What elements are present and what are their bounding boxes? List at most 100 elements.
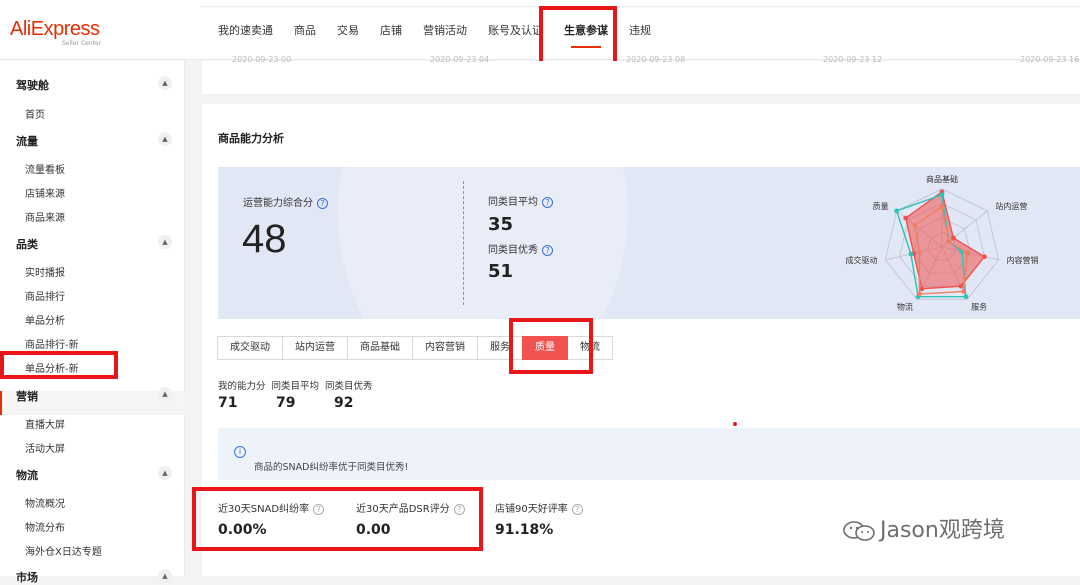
- help-icon[interactable]: ?: [313, 503, 325, 515]
- sidebar-item-logistics-overview[interactable]: 物流概况: [25, 495, 65, 510]
- help-icon[interactable]: ?: [542, 244, 553, 256]
- sidebar-group-category[interactable]: 品类: [16, 236, 38, 252]
- my-score-label: 我的能力分: [218, 381, 266, 392]
- notice-text: 商品的SNAD纠纷率优于同类目优秀!: [254, 462, 409, 473]
- sidebar-item-product-rank[interactable]: 商品排行: [25, 288, 65, 303]
- tab-content-marketing[interactable]: 内容营销: [412, 336, 478, 360]
- radar-point: [916, 291, 922, 297]
- sidebar-item-product-source[interactable]: 商品来源: [25, 209, 65, 224]
- snad-rate-label: 近30天SNAD纠纷率?: [218, 500, 325, 515]
- help-icon[interactable]: ?: [453, 503, 465, 515]
- category-avg-label: 同类目平均?: [488, 193, 553, 208]
- tab-onsite-operations[interactable]: 站内运营: [282, 336, 348, 360]
- sidebar-item-single-analysis[interactable]: 单品分析: [25, 312, 65, 327]
- tab-quality[interactable]: 质量: [522, 336, 568, 360]
- panel-title: 商品能力分析: [218, 132, 284, 145]
- overall-score-label-text: 运营能力综合分: [243, 198, 313, 209]
- sidebar-item-home[interactable]: 首页: [25, 106, 45, 121]
- logo-tagline: Seller Center: [62, 40, 102, 47]
- date-tick: 2020-09-23 00: [232, 55, 292, 64]
- date-tick: 2020-09-23 08: [626, 55, 686, 64]
- collapse-icon[interactable]: ▲: [158, 235, 172, 249]
- radar-point: [963, 294, 969, 300]
- positive-rate-label: 店铺90天好评率?: [495, 500, 583, 515]
- sidebar-item-product-rank-new[interactable]: 商品排行-新: [25, 336, 79, 351]
- radar-point: [946, 239, 952, 244]
- nav-item-products[interactable]: 商品: [294, 22, 316, 38]
- nav-item-store[interactable]: 店铺: [380, 22, 402, 38]
- nav-item-my-aliexpress[interactable]: 我的速卖通: [218, 22, 273, 38]
- nav-item-orders[interactable]: 交易: [337, 22, 359, 38]
- divider: [463, 181, 464, 305]
- collapse-icon[interactable]: ▲: [158, 466, 172, 480]
- dsr-score-label-text: 近30天产品DSR评分: [356, 504, 450, 515]
- sidebar-item-event-screen[interactable]: 活动大屏: [25, 440, 65, 455]
- dsr-score-value: 0.00: [356, 522, 391, 538]
- chat-bubble-icon: [843, 521, 875, 541]
- nav-item-business-advisor[interactable]: 生意参谋: [564, 22, 608, 48]
- sidebar-item-live-screen[interactable]: 直播大屏: [25, 416, 65, 431]
- sidebar-item-overseas-warehouse[interactable]: 海外仓X日达专题: [25, 543, 102, 558]
- nav-item-violations[interactable]: 违规: [629, 22, 651, 38]
- snad-rate-label-text: 近30天SNAD纠纷率: [218, 504, 310, 515]
- nav-item-marketing[interactable]: 营销活动: [423, 22, 467, 38]
- radar-point: [908, 251, 914, 257]
- tab-service[interactable]: 服务: [477, 336, 523, 360]
- help-icon[interactable]: ?: [571, 503, 583, 515]
- nav-item-account[interactable]: 账号及认证: [488, 22, 543, 38]
- aliexpress-logo[interactable]: AliExpress Seller Center: [10, 18, 101, 47]
- sidebar-group-cockpit[interactable]: 驾驶舱: [16, 77, 49, 93]
- sidebar-group-logistics[interactable]: 物流: [16, 467, 38, 483]
- sidebar-item-traffic-board[interactable]: 流量看板: [25, 161, 65, 176]
- radar-point: [916, 249, 922, 255]
- radar-axis-label: 内容营销: [1007, 255, 1039, 265]
- radar-point: [950, 235, 956, 241]
- sidebar-item-single-analysis-new[interactable]: 单品分析-新: [25, 360, 79, 375]
- date-tick: 2020-09-23 12: [823, 55, 883, 64]
- radar-point: [939, 192, 945, 198]
- date-tick: 2020-09-23 04: [430, 55, 490, 64]
- score-summary: 运营能力综合分? 48 同类目平均? 35 同类目优秀? 51 商品基础 站内运营…: [218, 167, 1080, 319]
- collapse-icon[interactable]: ▲: [158, 569, 172, 583]
- trend-chart-strip: 2020-09-23 00 2020-09-23 04 2020-09-23 0…: [202, 55, 1080, 95]
- collapse-icon[interactable]: ▲: [158, 76, 172, 90]
- dsr-score-label: 近30天产品DSR评分?: [356, 500, 465, 515]
- my-score-value: 71: [218, 395, 238, 411]
- store-positive-rate: 店铺90天好评率? 91.18%: [495, 500, 583, 538]
- tab-logistics[interactable]: 物流: [567, 336, 613, 360]
- overall-score-value: 48: [242, 217, 287, 261]
- tab-metric-labels: 我的能力分 同类目平均 同类目优秀: [218, 378, 379, 392]
- dimension-tabs: 成交驱动 站内运营 商品基础 内容营销 服务 质量 物流: [217, 336, 613, 360]
- top-nav: 我的速卖通 商品 交易 店铺 营销活动 账号及认证 生意参谋 违规: [218, 0, 672, 60]
- sidebar-group-market[interactable]: 市场: [16, 569, 38, 585]
- radar-point: [939, 204, 945, 209]
- sidebar-item-realtime[interactable]: 实时播报: [25, 264, 65, 279]
- avg-score-value: 79: [276, 395, 296, 411]
- radar-axis-label: 商品基础: [926, 174, 958, 184]
- radar-point: [919, 286, 925, 292]
- radar-axis-label: 质量: [873, 201, 889, 211]
- sidebar-item-store-source[interactable]: 店铺来源: [25, 185, 65, 200]
- sidebar-group-traffic[interactable]: 流量: [16, 133, 38, 149]
- collapse-icon[interactable]: ▲: [158, 387, 172, 401]
- radar-point: [960, 289, 966, 294]
- decorative-circle: [338, 167, 628, 319]
- category-best-value: 51: [488, 261, 514, 282]
- radar-point: [958, 283, 964, 289]
- radar-axis-label: 服务: [971, 301, 987, 311]
- radar-axis-label: 成交驱动: [845, 255, 877, 265]
- radar-point: [903, 215, 909, 221]
- radar-point: [894, 208, 900, 214]
- sidebar-item-logistics-distribution[interactable]: 物流分布: [25, 519, 65, 534]
- help-icon[interactable]: ?: [317, 197, 328, 209]
- category-best-label-text: 同类目优秀: [488, 245, 538, 256]
- date-tick: 2020-09-23 16: [1020, 55, 1080, 64]
- tab-product-basics[interactable]: 商品基础: [347, 336, 413, 360]
- tab-conversion[interactable]: 成交驱动: [217, 336, 283, 360]
- category-best-label: 同类目优秀?: [488, 241, 553, 256]
- product-capability-panel: 商品能力分析 运营能力综合分? 48 同类目平均? 35 同类目优秀? 51 商…: [202, 104, 1080, 576]
- collapse-icon[interactable]: ▲: [158, 132, 172, 146]
- help-icon[interactable]: ?: [542, 196, 553, 208]
- sidebar-group-marketing[interactable]: 营销: [16, 388, 38, 404]
- category-avg-label-text: 同类目平均: [488, 197, 538, 208]
